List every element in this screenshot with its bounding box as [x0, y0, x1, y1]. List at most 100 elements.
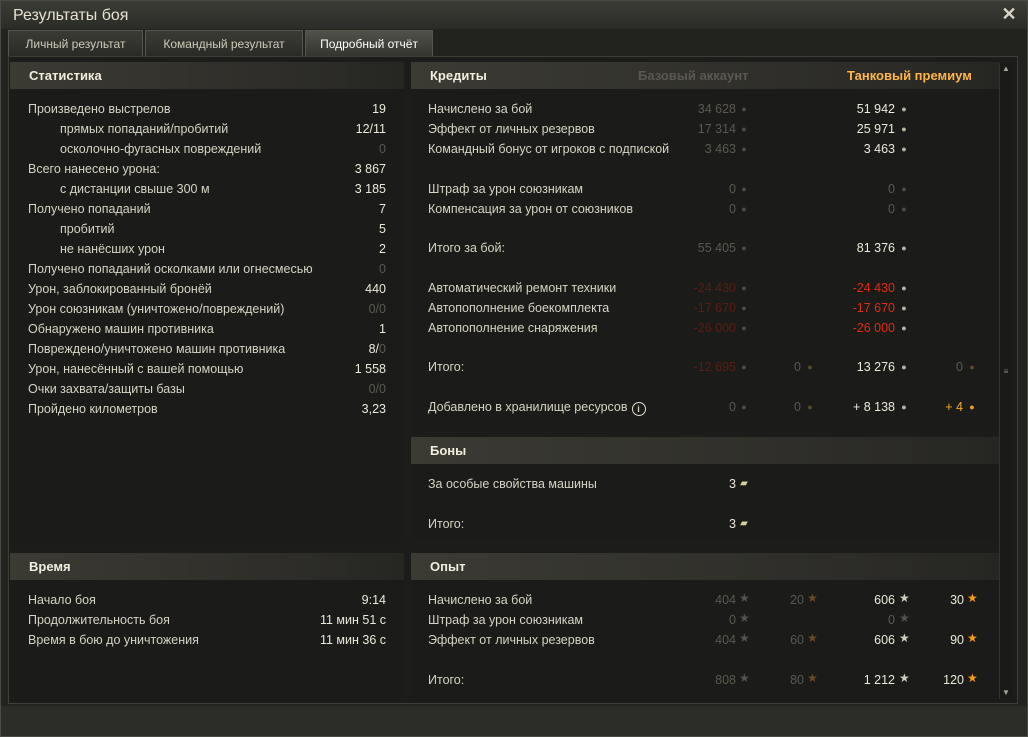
stat-label: Получено попаданий	[28, 202, 151, 216]
bonds-value: 3	[729, 517, 736, 531]
scroll-thumb[interactable]: ≡	[1002, 367, 1010, 383]
credits-premium-gold-value: 0	[956, 360, 963, 374]
stat-label: осколочно-фугасных повреждений	[60, 142, 262, 156]
scroll-up-icon[interactable]: ▲	[1000, 63, 1012, 75]
stat-label: Всего нанесено урона:	[28, 162, 160, 176]
bonds-title: Боны	[430, 443, 467, 458]
credits-label: Начислено за бой	[428, 102, 533, 116]
credit-coin-icon: ●	[741, 124, 747, 134]
stat-value: 3 185	[354, 182, 386, 196]
credits-row: Командный бонус от игроков с подпиской 3…	[411, 140, 1000, 160]
stat-value: 3 867	[354, 162, 386, 176]
gold-coin-icon: ●	[807, 362, 813, 372]
credit-coin-icon: ●	[741, 243, 747, 253]
free-xp-star-icon: ★	[807, 591, 818, 605]
credits-premium-value: 81 376	[856, 241, 895, 255]
xp-star-icon: ★	[899, 591, 910, 605]
stat-row: Очки захвата/защиты базы 0/0	[10, 380, 404, 400]
stat-row: осколочно-фугасных повреждений 0	[10, 140, 404, 160]
credits-row: Компенсация за урон от союзников 0 ● 0 ●	[411, 200, 1000, 220]
experience-base-value: 808	[715, 673, 736, 687]
bonds-total-row: Итого: 3 ▰	[411, 515, 1000, 535]
stat-value: 19	[372, 102, 386, 116]
credit-coin-icon: ●	[901, 243, 907, 253]
credit-coin-icon: ●	[901, 184, 907, 194]
vertical-scrollbar[interactable]: ▲ ≡ ▼	[999, 63, 1012, 699]
premium-account-column-header: Танковый премиум	[847, 68, 972, 83]
credits-base-value: 34 628	[697, 102, 736, 116]
xp-star-icon: ★	[899, 611, 910, 625]
credits-label: Автопополнение снаряжения	[428, 321, 598, 335]
time-header: Время	[10, 553, 404, 580]
base-account-column-header: Базовый аккаунт	[638, 68, 749, 83]
credit-coin-icon: ●	[741, 323, 747, 333]
credits-label: Автопополнение боекомплекта	[428, 301, 610, 315]
stat-value: 1 558	[354, 362, 386, 376]
tab-team-result[interactable]: Командный результат	[145, 30, 303, 56]
credit-coin-icon: ●	[741, 283, 747, 293]
stat-label: прямых попаданий/пробитий	[60, 122, 229, 136]
credits-row: Штраф за урон союзникам 0 ● 0 ●	[411, 180, 1000, 200]
credit-coin-icon: ●	[901, 362, 907, 372]
statistics-panel: Статистика Произведено выстрелов 19 прям…	[10, 62, 404, 542]
credits-premium-value: -17 670	[852, 301, 895, 315]
stat-value: 0	[379, 142, 386, 156]
stat-label: Получено попаданий осколками или огнесме…	[28, 262, 313, 276]
credits-base-value: -26 000	[693, 321, 736, 335]
credits-base-gold-value: 0	[794, 400, 801, 414]
experience-panel: Опыт Начислено за бой 404 ★ 20 ★ 606 ★ 3…	[411, 553, 1000, 701]
stat-value: 1	[379, 322, 386, 336]
credit-coin-icon: ●	[901, 104, 907, 114]
stat-row: Пройдено километров 3,23	[10, 400, 404, 420]
tab-personal-result[interactable]: Личный результат	[8, 30, 143, 56]
scroll-down-icon[interactable]: ▼	[1000, 687, 1012, 699]
credits-row: Эффект от личных резервов 17 314 ● 25 97…	[411, 120, 1000, 140]
credits-base-value: 55 405	[697, 241, 736, 255]
stat-value: 2	[379, 242, 386, 256]
time-value: 9:14	[361, 593, 386, 607]
free-xp-star-icon: ★	[967, 591, 978, 605]
credits-label: Эффект от личных резервов	[428, 122, 595, 136]
credits-premium-value: + 8 138	[852, 400, 895, 414]
time-row: Продолжительность боя 11 мин 51 с	[10, 611, 404, 631]
time-label: Время в бою до уничтожения	[28, 633, 199, 647]
info-icon[interactable]: i	[631, 402, 646, 416]
stat-value: 0/0	[368, 382, 386, 396]
stat-label: Произведено выстрелов	[28, 102, 171, 116]
statistics-title: Статистика	[29, 68, 102, 83]
experience-base-value: 404	[715, 593, 736, 607]
credit-coin-icon: ●	[741, 144, 747, 154]
experience-premium-value: 606	[874, 593, 895, 607]
battle-results-window: Результаты боя ✕ Личный результат Команд…	[0, 0, 1028, 737]
credits-premium-value: 51 942	[856, 102, 895, 116]
credit-coin-icon: ●	[741, 303, 747, 313]
experience-base-free-value: 60	[790, 633, 804, 647]
bonds-value: 3	[729, 477, 736, 491]
bottom-bar	[1, 706, 1027, 736]
tab-detailed-report[interactable]: Подробный отчёт	[305, 30, 433, 56]
credits-base-gold-value: 0	[794, 360, 801, 374]
bond-icon: ▰	[740, 518, 748, 529]
stat-label: Урон, нанесённый с вашей помощью	[28, 362, 244, 376]
credit-coin-icon: ●	[901, 124, 907, 134]
credit-coin-icon: ●	[901, 283, 907, 293]
credit-coin-icon: ●	[741, 362, 747, 372]
time-label: Начало боя	[28, 593, 96, 607]
stat-row: пробитий 5	[10, 220, 404, 240]
experience-premium-value: 1 212	[863, 673, 895, 687]
close-icon[interactable]: ✕	[999, 4, 1019, 24]
time-title: Время	[29, 559, 71, 574]
stat-value-destroyed: 0	[379, 342, 386, 356]
stat-row: прямых попаданий/пробитий 12/11	[10, 120, 404, 140]
bonds-row: За особые свойства машины 3 ▰	[411, 475, 1000, 495]
credits-premium-gold-value: + 4	[945, 400, 963, 414]
time-row: Время в бою до уничтожения 11 мин 36 с	[10, 631, 404, 651]
experience-total-row: Итого: 808 ★ 80 ★ 1 212 ★ 120 ★	[411, 671, 1000, 691]
stat-label: не нанёсших урон	[60, 242, 165, 256]
free-xp-star-icon: ★	[967, 631, 978, 645]
stat-value: 440	[365, 282, 386, 296]
stat-value-damaged: 8/	[368, 342, 380, 356]
credits-premium-value: 3 463	[863, 142, 895, 156]
experience-row: Начислено за бой 404 ★ 20 ★ 606 ★ 30 ★	[411, 591, 1000, 611]
credit-coin-icon: ●	[741, 104, 747, 114]
